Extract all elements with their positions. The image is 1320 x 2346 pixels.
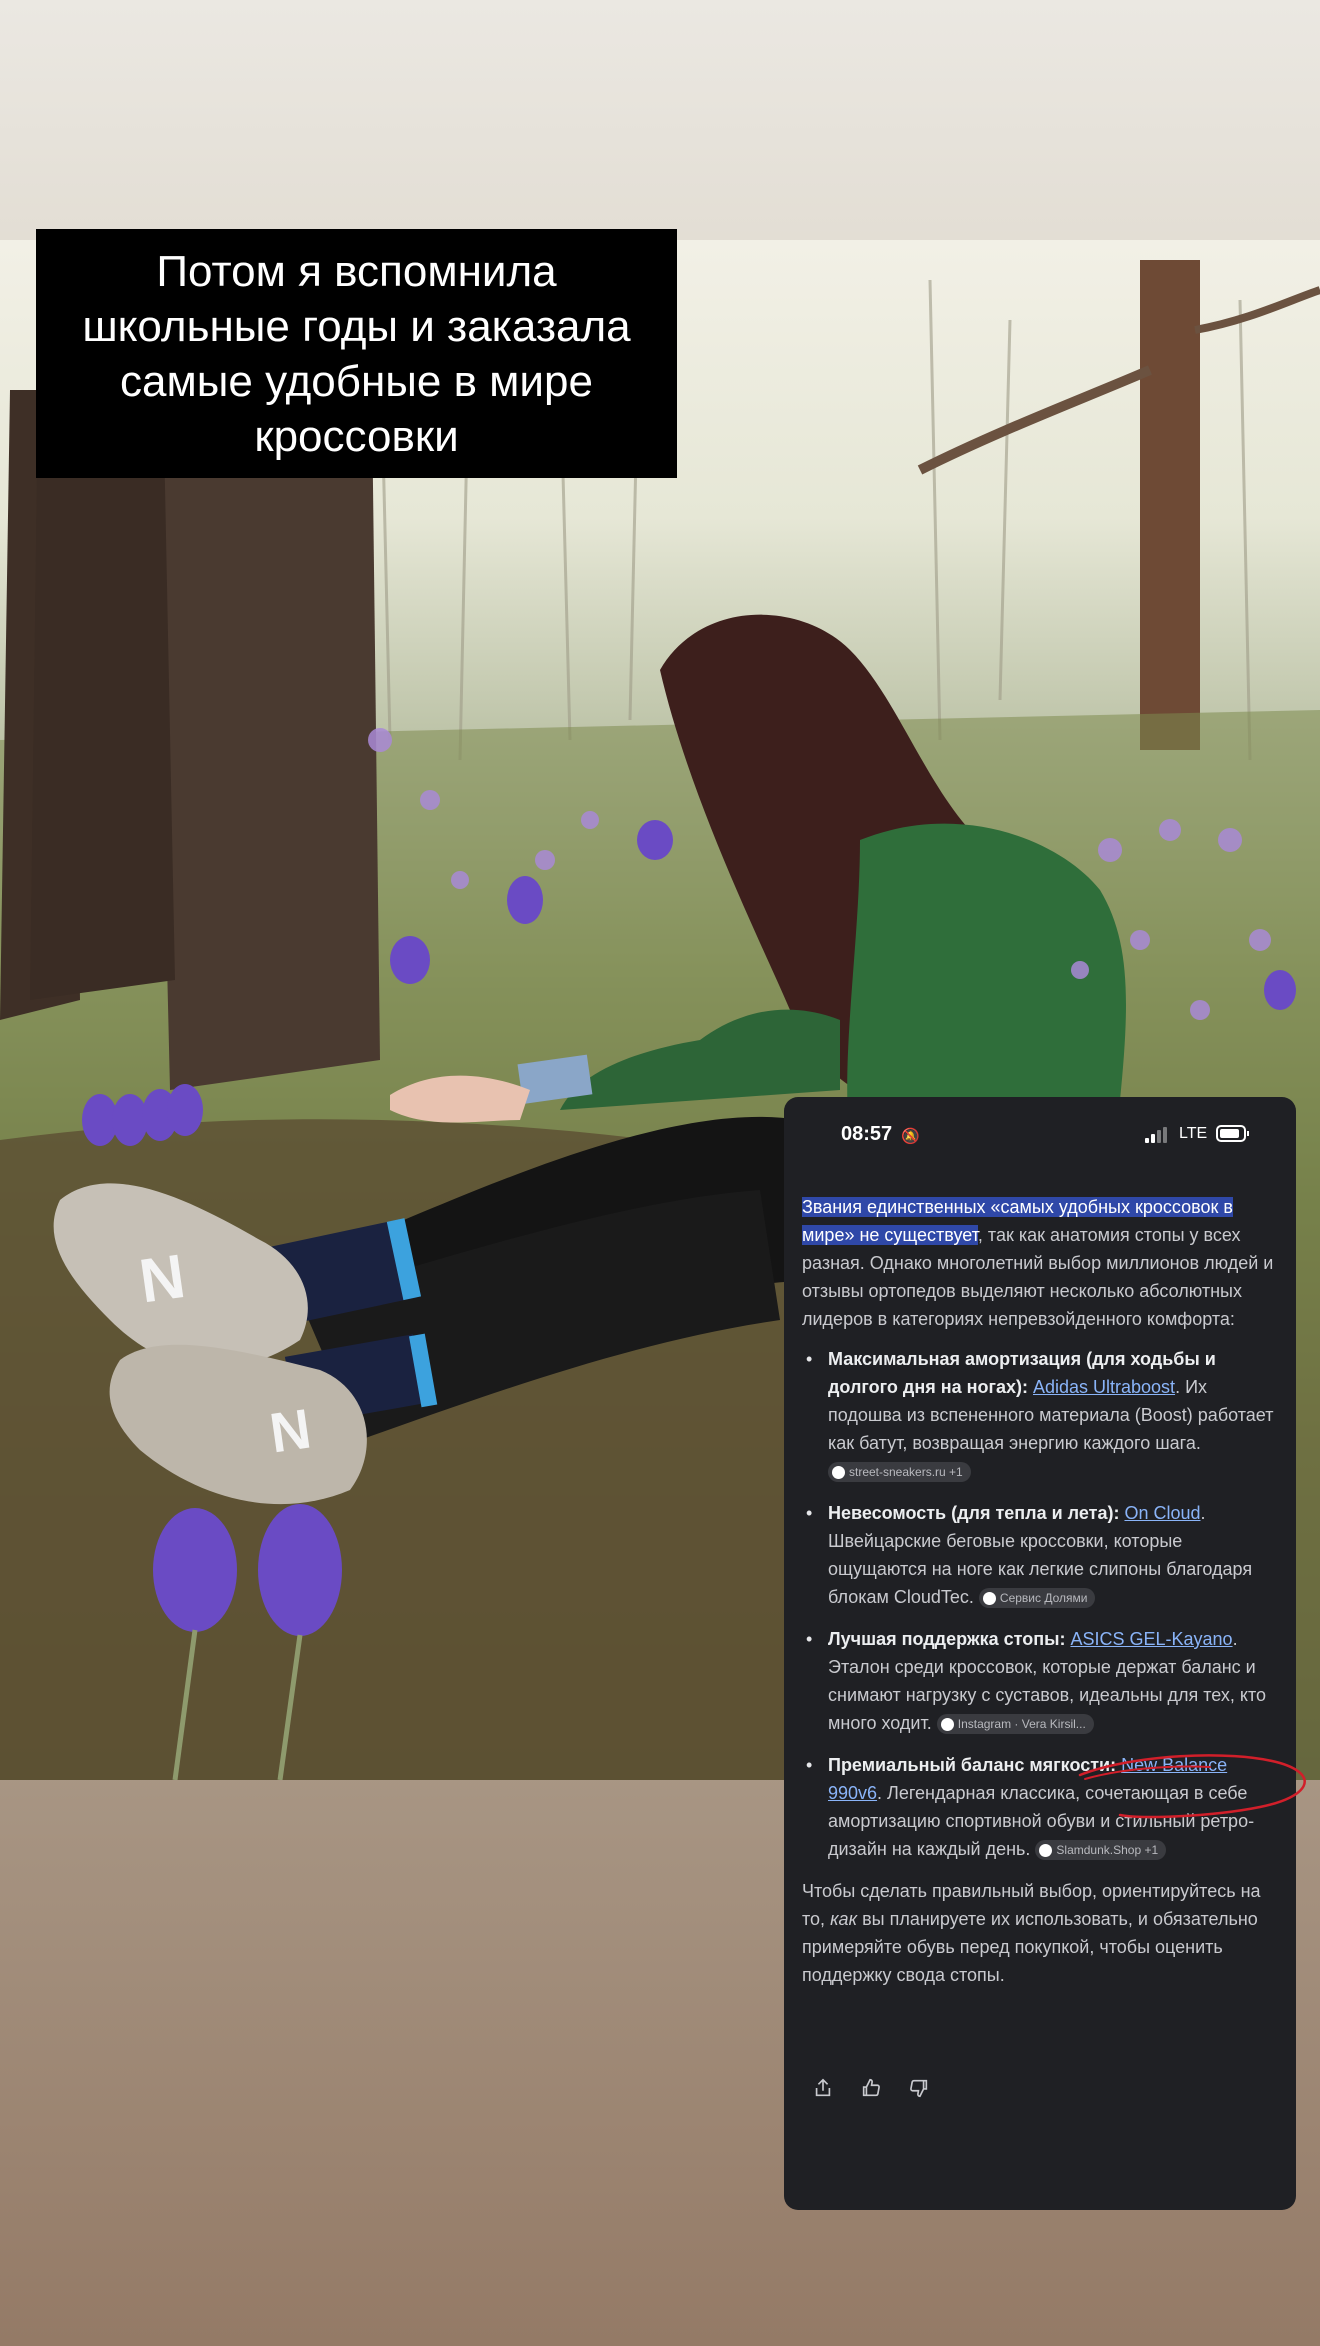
intro-paragraph: Звания единственных «самых удобных кросс… bbox=[802, 1193, 1282, 1333]
thumbs-up-icon[interactable] bbox=[860, 2077, 886, 2103]
thumbs-down-icon[interactable] bbox=[908, 2077, 934, 2103]
bell-muted-icon: 🔕 bbox=[901, 1128, 920, 1145]
list-item: Лучшая поддержка стопы: ASICS GEL-Kayano… bbox=[802, 1625, 1282, 1737]
source-label: street-sneakers.ru +1 bbox=[849, 1465, 963, 1480]
list-item: Максимальная амортизация (для ходьбы и д… bbox=[802, 1345, 1282, 1485]
status-bar: 08:57 🔕 LTE bbox=[784, 1097, 1296, 1175]
red-annotation-ellipse bbox=[1078, 1754, 1306, 1819]
network-label: LTE bbox=[1179, 1125, 1208, 1142]
list-item: Невесомость (для тепла и лета): On Cloud… bbox=[802, 1499, 1282, 1611]
signal-icon bbox=[1145, 1127, 1167, 1143]
source-chip[interactable]: Сервис Долями bbox=[978, 1588, 1096, 1609]
product-link[interactable]: On Cloud bbox=[1124, 1503, 1200, 1523]
svg-text:N: N bbox=[135, 1242, 189, 1317]
source-icon bbox=[982, 1591, 996, 1605]
source-chip[interactable]: Instagram · Vera Kirsil... bbox=[936, 1714, 1094, 1735]
source-icon bbox=[832, 1465, 845, 1479]
product-link[interactable]: Adidas Ultraboost bbox=[1033, 1377, 1175, 1397]
share-icon[interactable] bbox=[812, 2077, 838, 2103]
source-chip[interactable]: street-sneakers.ru +1 bbox=[828, 1462, 971, 1483]
item-title: Лучшая поддержка стопы: bbox=[828, 1629, 1071, 1649]
closing-italic: как bbox=[830, 1909, 858, 1929]
background-top bbox=[0, 0, 1320, 260]
product-link[interactable]: ASICS GEL-Kayano bbox=[1070, 1629, 1232, 1649]
battery-icon bbox=[1216, 1125, 1249, 1142]
answer-content: Звания единственных «самых удобных кросс… bbox=[802, 1193, 1282, 1989]
source-label: Slamdunk.Shop +1 bbox=[1056, 1843, 1159, 1858]
source-label: Сервис Долями bbox=[999, 1591, 1088, 1606]
status-time: 08:57 bbox=[841, 1123, 893, 1145]
phone-screenshot: 08:57 🔕 LTE Звания единственных «самых у… bbox=[784, 1097, 1296, 2210]
closing-text-end: вы планируете их использовать, и обязате… bbox=[802, 1909, 1258, 1985]
source-icon bbox=[1039, 1843, 1053, 1857]
item-title: Невесомость (для тепла и лета): bbox=[828, 1503, 1125, 1523]
closing-paragraph: Чтобы сделать правильный выбор, ориентир… bbox=[802, 1877, 1282, 1989]
source-label: Instagram · Vera Kirsil... bbox=[957, 1717, 1086, 1732]
story-caption: Потом я вспомнила школьные годы и заказа… bbox=[36, 229, 677, 478]
caption-text: Потом я вспомнила школьные годы и заказа… bbox=[82, 246, 631, 461]
source-icon bbox=[940, 1717, 954, 1731]
